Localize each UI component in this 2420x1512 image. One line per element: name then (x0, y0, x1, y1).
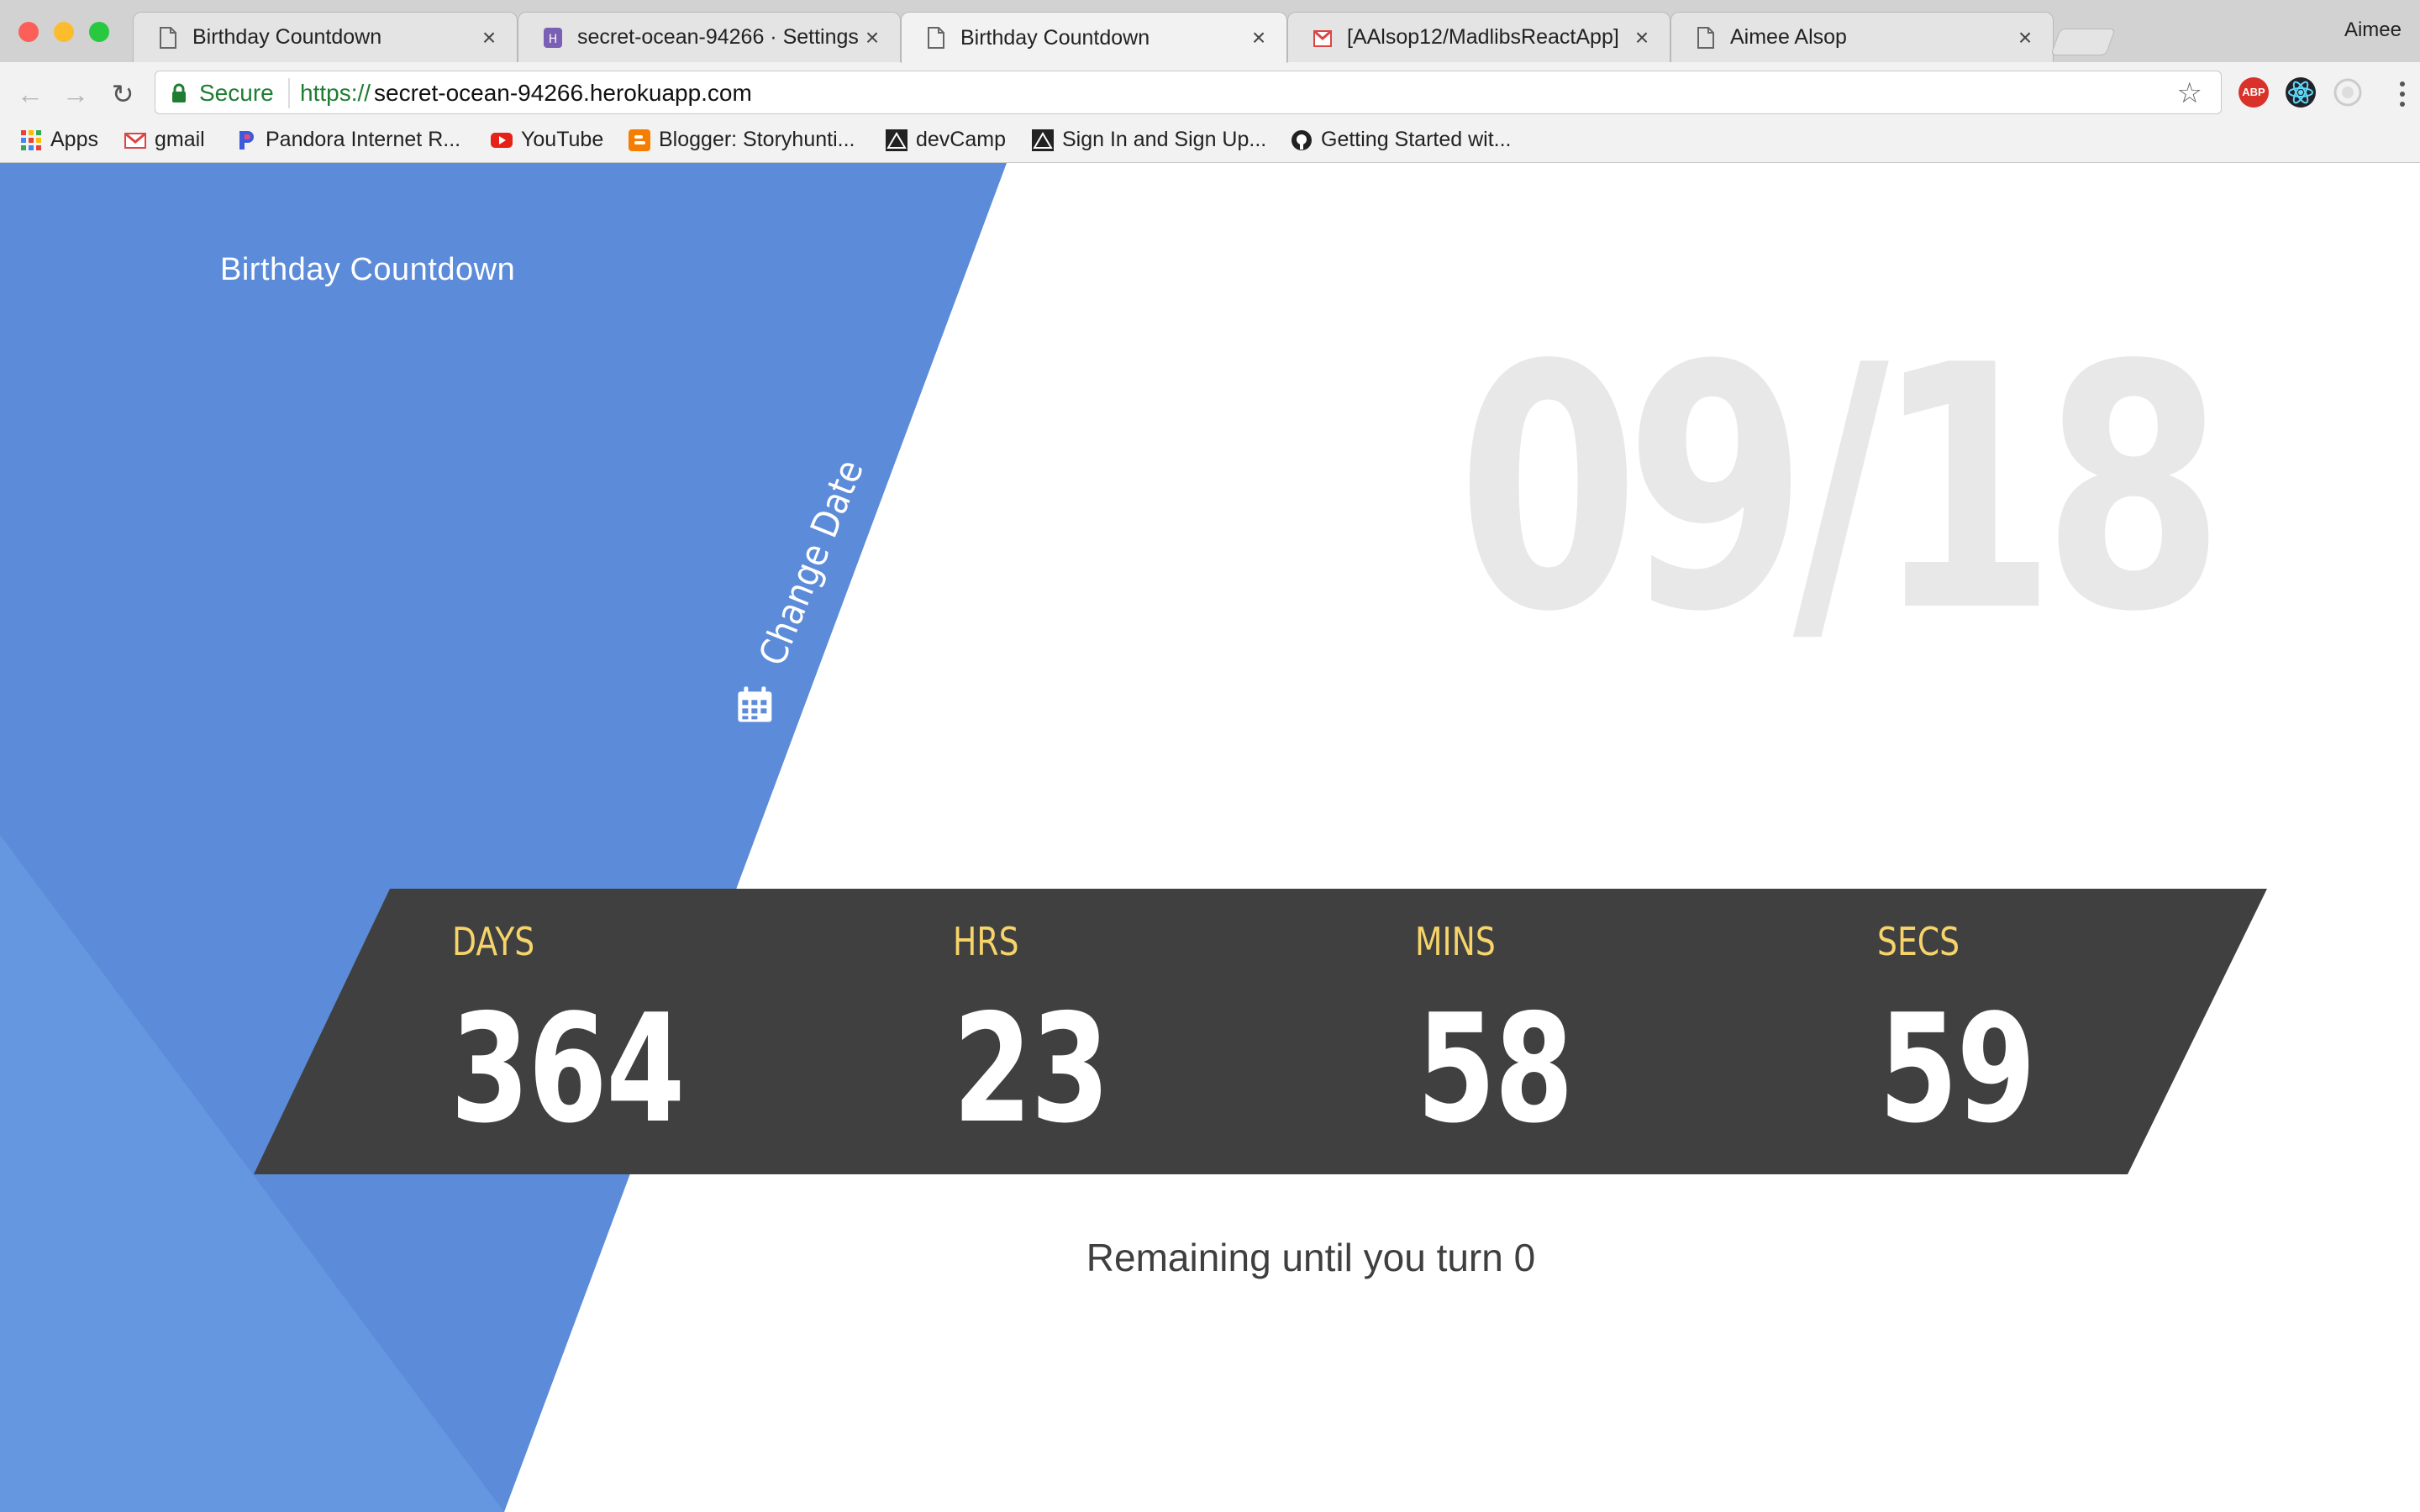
tab-title: Birthday Countdown (960, 25, 1150, 50)
tab-title: [AAlsop12/MadlibsReactApp] (1347, 25, 1619, 49)
tab-aimee-alsop[interactable]: Aimee Alsop × (1670, 12, 2054, 62)
tab-title: Birthday Countdown (192, 25, 382, 49)
bookmark-github[interactable]: Getting Started wit... (1291, 128, 1512, 152)
days-label: DAYS (452, 919, 535, 964)
minutes-label: MINS (1415, 919, 1496, 964)
bookmark-devcamp[interactable]: devCamp (886, 128, 1006, 152)
bookmark-pandora[interactable]: Pandora Internet R... (235, 128, 460, 152)
pandora-icon (239, 130, 254, 150)
bookmark-label: Sign In and Sign Up... (1062, 128, 1267, 151)
new-tab-button[interactable] (2050, 29, 2116, 55)
bookmark-label: Pandora Internet R... (266, 128, 461, 151)
tab-strip: Birthday Countdown × H secret-ocean-9426… (0, 0, 2420, 63)
tab-close-icon[interactable]: × (1629, 24, 1655, 51)
app-page: Birthday Countdown Change Date 09/18 DAY… (0, 163, 2420, 1512)
bookmark-youtube[interactable]: YouTube (491, 128, 603, 152)
github-icon (1292, 129, 1312, 150)
seconds-value: 59 (1879, 982, 2036, 1156)
hours-label: HRS (953, 919, 1019, 964)
bookmark-label: Apps (50, 128, 98, 151)
url-scheme: https:// (300, 80, 371, 106)
tab-close-icon[interactable]: × (1246, 24, 1271, 51)
devcamp-icon (886, 129, 908, 151)
bookmark-label: Blogger: Storyhunti... (659, 128, 855, 151)
react-devtools-icon[interactable] (2286, 77, 2316, 108)
remaining-text: Remaining until you turn 0 (1086, 1236, 1536, 1279)
bookmark-sign-in[interactable]: Sign In and Sign Up... (1032, 128, 1266, 152)
heroku-icon: H (544, 27, 562, 48)
adblock-label: ABP (2242, 86, 2265, 98)
url-divider (288, 78, 290, 108)
back-arrow-icon[interactable]: ← (13, 77, 47, 111)
page-icon (928, 27, 944, 49)
extension-icon[interactable] (2333, 77, 2363, 108)
close-window-button[interactable] (18, 22, 39, 42)
svg-text:H: H (549, 33, 558, 46)
secure-label: Secure (199, 80, 274, 106)
hours-value: 23 (953, 982, 1110, 1156)
app-title: Birthday Countdown (220, 252, 516, 287)
address-bar[interactable]: Secure https:// secret-ocean-94266.herok… (155, 71, 2222, 114)
browser-menu-icon[interactable] (2396, 79, 2408, 109)
url-host: secret-ocean-94266.herokuapp.com (374, 80, 752, 106)
lock-icon (172, 83, 186, 102)
maximize-window-button[interactable] (89, 22, 109, 42)
bookmark-apps[interactable]: Apps (20, 128, 98, 152)
tab-birthday-countdown-1[interactable]: Birthday Countdown × (133, 12, 518, 62)
bookmark-label: Getting Started wit... (1321, 128, 1512, 151)
apps-grid-icon (21, 129, 41, 150)
bookmark-blogger[interactable]: Blogger: Storyhunti... (629, 128, 855, 152)
blogger-icon (629, 129, 650, 151)
tab-close-icon[interactable]: × (2012, 24, 2038, 51)
bookmark-star-icon[interactable]: ☆ (2177, 76, 2202, 110)
tab-birthday-countdown-active[interactable]: Birthday Countdown × (901, 12, 1287, 63)
bookmarks-bar: Apps gmail Pandora Internet R... YouTube… (0, 123, 2420, 163)
devcamp-icon (1032, 129, 1054, 151)
seconds-label: SECS (1877, 919, 1960, 964)
tab-heroku-settings[interactable]: H secret-ocean-94266 · Settings × (518, 12, 901, 62)
target-date-display: 09/18 (1457, 295, 2225, 685)
minutes-value: 58 (1417, 982, 1574, 1156)
tab-title: Aimee Alsop (1730, 25, 1847, 49)
tab-github-email[interactable]: [AAlsop12/MadlibsReactApp] × (1287, 12, 1670, 62)
gmail-icon (1313, 29, 1332, 47)
minimize-window-button[interactable] (54, 22, 74, 42)
youtube-icon (491, 132, 513, 148)
bookmark-label: YouTube (521, 128, 604, 151)
browser-toolbar: ← → ↻ Secure https:// secret-ocean-94266… (0, 62, 2420, 123)
days-value: 364 (450, 982, 685, 1156)
bookmark-label: devCamp (916, 128, 1006, 151)
bookmark-label: gmail (155, 128, 205, 151)
profile-name[interactable]: Aimee (2344, 18, 2402, 42)
calendar-icon (737, 686, 771, 722)
page-icon (1697, 26, 1714, 49)
page-icon (160, 26, 176, 49)
bookmark-gmail[interactable]: gmail (124, 128, 205, 152)
gmail-icon (124, 132, 146, 149)
tab-title: secret-ocean-94266 · Settings (577, 25, 859, 49)
forward-arrow-icon[interactable]: → (59, 77, 92, 111)
adblock-icon[interactable]: ABP (2238, 77, 2269, 108)
tab-close-icon[interactable]: × (476, 24, 502, 51)
reload-icon[interactable]: ↻ (106, 77, 139, 111)
tab-close-icon[interactable]: × (860, 24, 885, 51)
